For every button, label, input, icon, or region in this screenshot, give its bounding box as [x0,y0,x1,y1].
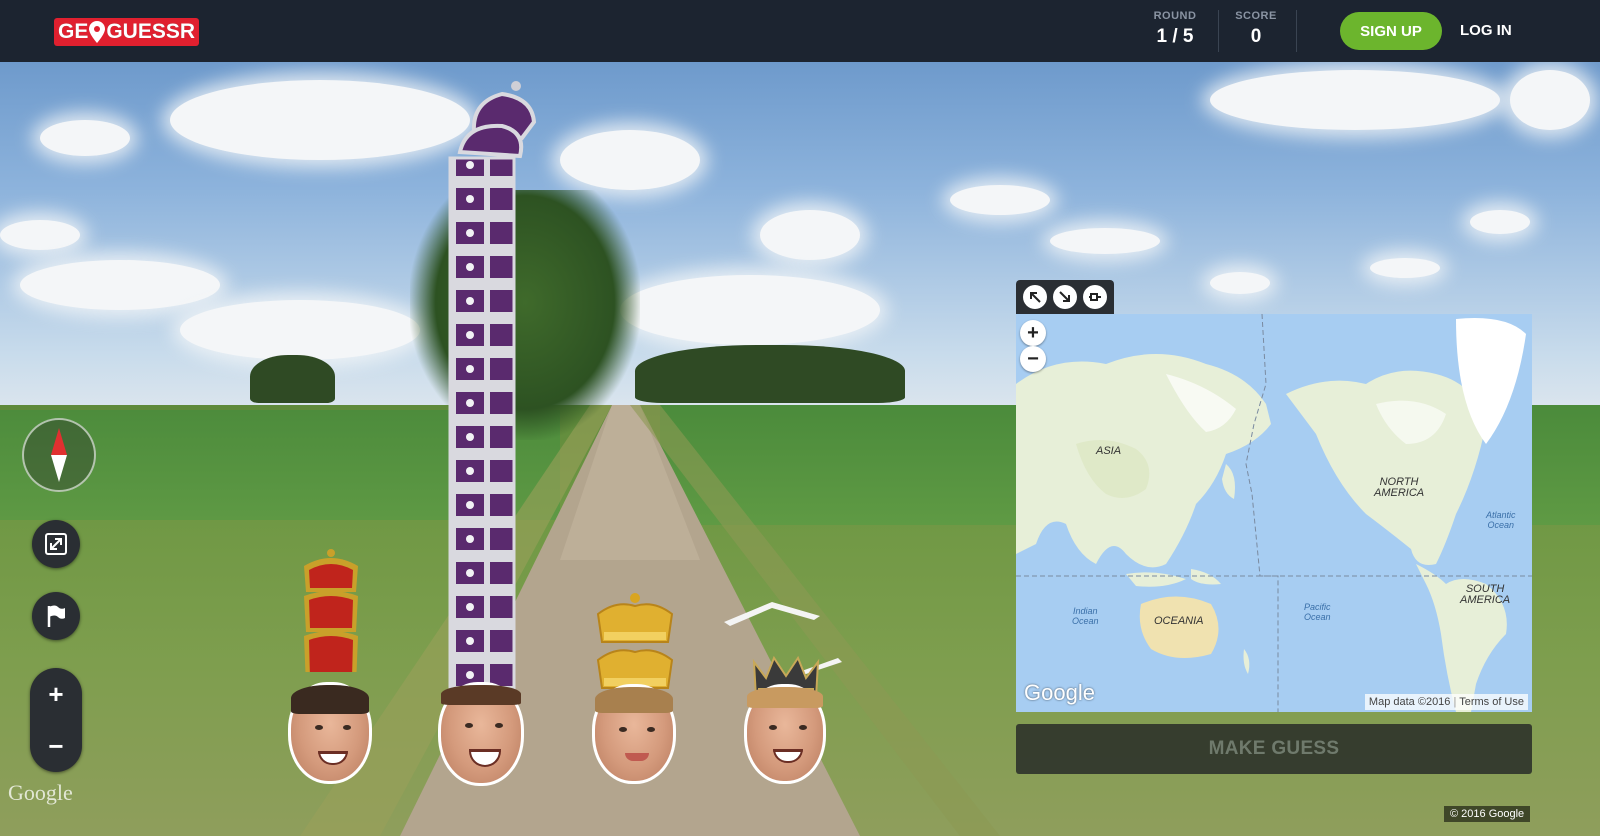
label-indian-1: Indian [1073,606,1098,616]
label-indian-2: Ocean [1072,616,1099,626]
face [438,682,524,786]
face [288,682,372,784]
flag-icon [47,605,65,627]
map-zoom-in-button[interactable]: + [1020,320,1046,346]
top-bar: GE GUESSR ROUND 1 / 5 SCORE 0 SIGN UP LO… [0,0,1600,62]
label-indian-ocean: Indian Ocean [1072,606,1099,626]
logo-text-left: GE [58,20,89,43]
red-crown-icon [304,591,358,632]
round-value: 1 / 5 [1156,26,1194,47]
return-to-start-button[interactable] [32,592,80,640]
shrink-map-button[interactable] [1053,285,1077,309]
compass-control[interactable] [22,418,96,492]
player-head-4 [742,654,828,784]
map-pin-icon [89,21,106,43]
label-pacific-1: Pacific [1304,602,1331,612]
map-data-text: Map data ©2016 [1368,696,1451,708]
label-north-america: NORTH AMERICA [1374,477,1424,499]
arrow-down-right-icon [1059,291,1070,302]
label-atlantic-2: Ocean [1487,520,1515,530]
expand-icon [45,533,67,555]
divider [1218,10,1219,52]
face [744,684,826,784]
label-atlantic-ocean: Atlantic Ocean [1486,510,1516,530]
gold-crown-icon [596,649,674,689]
label-south-america-2: AMERICA [1460,594,1511,606]
compass-needle-icon [51,428,67,482]
zoom-out-button[interactable]: − [30,720,82,772]
score-counter: SCORE 0 [1232,10,1280,48]
score-label: SCORE [1235,10,1277,22]
world-map [1016,314,1532,712]
player-head-1 [288,548,374,784]
logo-text-right: GUESSR [106,20,196,43]
pin-map-button[interactable] [1083,285,1107,309]
label-atlantic-1: Atlantic [1486,510,1516,520]
street-view-zoom-control: + − [30,668,82,772]
label-south-america: SOUTH AMERICA [1460,584,1510,606]
zoom-in-button[interactable]: + [30,668,82,720]
google-watermark: Google [8,780,73,805]
guess-map[interactable]: + − ASIA NORTH AMERICA SOUTH AMERICA OCE… [1016,314,1532,712]
street-view-copyright: © 2016 Google [1444,806,1531,822]
sign-up-button[interactable]: SIGN UP [1340,12,1442,50]
round-counter: ROUND 1 / 5 [1146,10,1204,48]
divider [1296,10,1297,52]
pin-icon [1089,293,1101,301]
red-crown-icon [304,631,358,672]
arrow-up-left-icon [1030,292,1041,303]
log-in-link[interactable]: LOG IN [1460,22,1512,39]
google-map-logo: Google [1024,680,1095,705]
purple-crown-tower-icon [448,81,536,690]
round-label: ROUND [1153,10,1197,22]
score-value: 0 [1250,26,1262,47]
label-asia: ASIA [1096,445,1122,457]
label-pacific-2: Ocean [1304,612,1331,622]
red-crown-icon [304,549,358,592]
label-pacific-ocean: Pacific Ocean [1304,602,1331,622]
player-head-3 [590,592,680,786]
player-head-2 [436,80,536,786]
map-size-toolbar [1016,280,1114,314]
make-guess-button[interactable]: MAKE GUESS [1016,724,1532,774]
label-north-america-2: AMERICA [1374,487,1425,499]
face [592,684,676,784]
gold-crown-icon [596,593,674,643]
enlarge-map-button[interactable] [1023,285,1047,309]
map-attribution: Map data ©2016 | Terms of Use [1364,694,1528,710]
move-forward-arrow[interactable] [724,600,824,626]
map-zoom-out-button[interactable]: − [1020,346,1046,372]
label-oceania: OCEANIA [1154,615,1204,627]
fullscreen-button[interactable] [32,520,80,568]
terms-of-use-link[interactable]: Terms of Use [1459,696,1524,708]
geoguessr-logo[interactable]: GE GUESSR [50,18,203,46]
